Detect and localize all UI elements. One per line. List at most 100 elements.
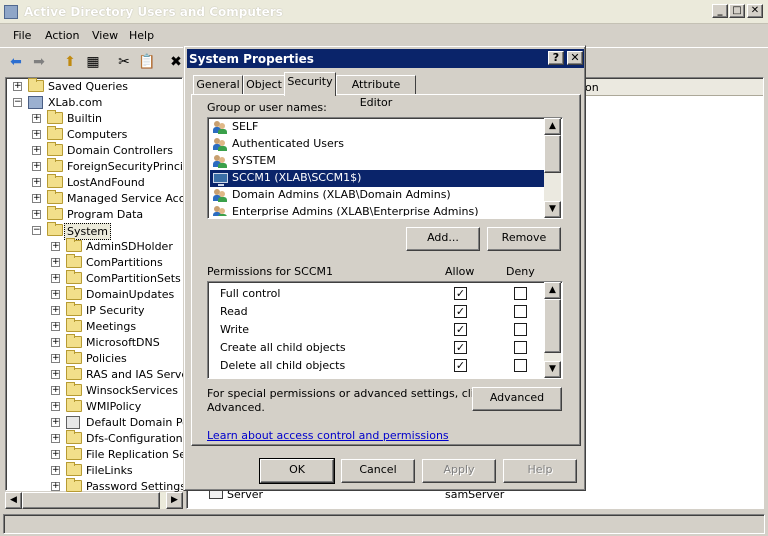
expand-icon[interactable]: + xyxy=(32,146,41,155)
user-list-scrollbar[interactable]: ▲ ▼ xyxy=(544,118,561,218)
scroll-thumb[interactable] xyxy=(22,492,160,509)
console-tree[interactable]: + Saved Queries − XLab.com + Builtin + Computer… xyxy=(5,77,201,493)
user-list-item[interactable]: SYSTEM xyxy=(210,153,544,170)
expand-icon[interactable]: + xyxy=(51,434,60,443)
deny-checkbox[interactable] xyxy=(514,359,527,372)
perm-scroll-thumb[interactable] xyxy=(544,299,561,353)
expand-icon[interactable]: + xyxy=(32,162,41,171)
expand-icon[interactable]: + xyxy=(51,466,60,475)
deny-checkbox[interactable] xyxy=(514,323,527,336)
collapse-icon[interactable]: − xyxy=(32,226,41,235)
show-tree-icon[interactable]: ▦ xyxy=(83,52,103,72)
expand-icon[interactable]: + xyxy=(51,322,60,331)
expand-icon[interactable]: + xyxy=(51,290,60,299)
user-list-item[interactable]: Authenticated Users xyxy=(210,136,544,153)
tree-node[interactable]: + Managed Service Accou xyxy=(6,190,198,207)
perm-scroll-down-icon[interactable]: ▼ xyxy=(544,361,561,378)
deny-checkbox[interactable] xyxy=(514,341,527,354)
close-icon[interactable]: ✕ xyxy=(747,4,763,18)
expand-icon[interactable]: + xyxy=(13,82,22,91)
menu-view[interactable]: View xyxy=(92,29,118,42)
tree-node[interactable]: − XLab.com xyxy=(6,95,182,111)
help-button[interactable]: Help xyxy=(503,459,577,483)
tree-node[interactable]: + Computers xyxy=(6,126,182,143)
permissions-list[interactable]: Full control ✓ Read ✓ Write ✓ Create all child… xyxy=(207,281,563,379)
back-arrow-icon[interactable]: ⬅ xyxy=(6,52,26,72)
tree-node[interactable]: + ComPartitionSets xyxy=(6,270,182,287)
expand-icon[interactable]: + xyxy=(51,418,60,427)
tree-node[interactable]: + Saved Queries xyxy=(6,78,182,95)
dialog-close-icon[interactable]: ✕ xyxy=(567,51,583,65)
expand-icon[interactable]: + xyxy=(51,402,60,411)
deny-checkbox[interactable] xyxy=(514,287,527,300)
tree-node[interactable]: + Program Data xyxy=(6,206,182,223)
allow-checkbox[interactable]: ✓ xyxy=(454,323,467,336)
collapse-icon[interactable]: − xyxy=(13,98,22,107)
expand-icon[interactable]: + xyxy=(51,450,60,459)
paste-icon[interactable]: 📋 xyxy=(137,52,157,72)
expand-icon[interactable]: + xyxy=(32,130,41,139)
tree-node[interactable]: + Builtin xyxy=(6,110,182,127)
allow-checkbox[interactable]: ✓ xyxy=(454,359,467,372)
tab-attribute-editor[interactable]: Attribute Editor xyxy=(336,75,416,109)
tree-node[interactable]: + IP Security xyxy=(6,302,182,319)
tree-horizontal-scrollbar[interactable]: ◀ ▶ xyxy=(5,492,183,509)
tree-node[interactable]: + MicrosoftDNS xyxy=(6,334,182,351)
tree-node[interactable]: + WMIPolicy xyxy=(6,398,182,415)
tab-object[interactable]: Object xyxy=(243,75,285,95)
help-icon[interactable]: ? xyxy=(548,51,564,65)
expand-icon[interactable]: + xyxy=(51,386,60,395)
user-list-scroll-thumb[interactable] xyxy=(544,135,561,173)
expand-icon[interactable]: + xyxy=(51,306,60,315)
ok-button[interactable]: OK xyxy=(259,458,335,484)
menu-file[interactable]: File xyxy=(13,29,31,42)
user-list-item[interactable]: SCCM1 (XLAB\SCCM1$) xyxy=(209,169,545,188)
scroll-up-icon[interactable]: ▲ xyxy=(544,118,561,135)
remove-button[interactable]: Remove xyxy=(487,227,561,251)
minimize-icon[interactable]: _ xyxy=(712,4,728,18)
forward-arrow-icon[interactable]: ➡ xyxy=(29,52,49,72)
tree-node[interactable]: + WinsockServices xyxy=(6,382,182,399)
tree-node[interactable]: + ForeignSecurityPrincipal xyxy=(6,158,200,175)
menu-action[interactable]: Action xyxy=(45,29,79,42)
scroll-right-icon[interactable]: ▶ xyxy=(166,492,183,509)
expand-icon[interactable]: + xyxy=(32,210,41,219)
tree-node[interactable]: + DomainUpdates xyxy=(6,286,182,303)
user-list-item[interactable]: Domain Admins (XLAB\Domain Admins) xyxy=(210,187,544,204)
perm-scroll-up-icon[interactable]: ▲ xyxy=(544,282,561,299)
allow-checkbox[interactable]: ✓ xyxy=(454,287,467,300)
apply-button[interactable]: Apply xyxy=(422,459,496,483)
tree-node[interactable]: − System xyxy=(6,222,182,240)
deny-checkbox[interactable] xyxy=(514,305,527,318)
permissions-scrollbar[interactable]: ▲ ▼ xyxy=(544,282,561,378)
user-list-item[interactable]: Enterprise Admins (XLAB\Enterprise Admin… xyxy=(210,204,544,216)
scroll-left-icon[interactable]: ◀ xyxy=(5,492,22,509)
dialog-title-bar[interactable]: System Properties ? ✕ xyxy=(187,49,584,68)
scroll-down-icon[interactable]: ▼ xyxy=(544,201,561,218)
tree-node[interactable]: + Default Domain Polic xyxy=(6,415,201,431)
maximize-icon[interactable]: □ xyxy=(729,4,745,18)
tab-security[interactable]: Security xyxy=(284,72,336,96)
menu-help[interactable]: Help xyxy=(129,29,154,42)
tree-node[interactable]: + FileLinks xyxy=(6,462,182,479)
user-list[interactable]: SELF Authenticated Users SYSTEM SCCM1 (XLAB… xyxy=(207,117,563,219)
expand-icon[interactable]: + xyxy=(51,274,60,283)
tree-node[interactable]: + ComPartitions xyxy=(6,254,182,271)
expand-icon[interactable]: + xyxy=(51,258,60,267)
expand-icon[interactable]: + xyxy=(51,482,60,491)
tree-node[interactable]: + RAS and IAS Server xyxy=(6,366,193,383)
tree-node[interactable]: + Domain Controllers xyxy=(6,142,182,159)
tree-node[interactable]: + Dfs-Configuration xyxy=(6,430,183,447)
up-folder-icon[interactable]: ⬆ xyxy=(60,52,80,72)
user-list-item[interactable]: SELF xyxy=(210,119,544,136)
tree-node[interactable]: + File Replication Serv xyxy=(6,446,197,463)
column-header[interactable]: on xyxy=(583,79,763,96)
tab-general[interactable]: General xyxy=(193,75,243,95)
advanced-button[interactable]: Advanced xyxy=(472,387,562,411)
tree-node[interactable]: + AdminSDHolder xyxy=(6,238,182,255)
add-button[interactable]: Add... xyxy=(406,227,480,251)
tree-node[interactable]: + LostAndFound xyxy=(6,174,182,191)
expand-icon[interactable]: + xyxy=(51,338,60,347)
main-title-bar[interactable]: Active Directory Users and Computers _ □… xyxy=(0,0,768,24)
expand-icon[interactable]: + xyxy=(51,370,60,379)
